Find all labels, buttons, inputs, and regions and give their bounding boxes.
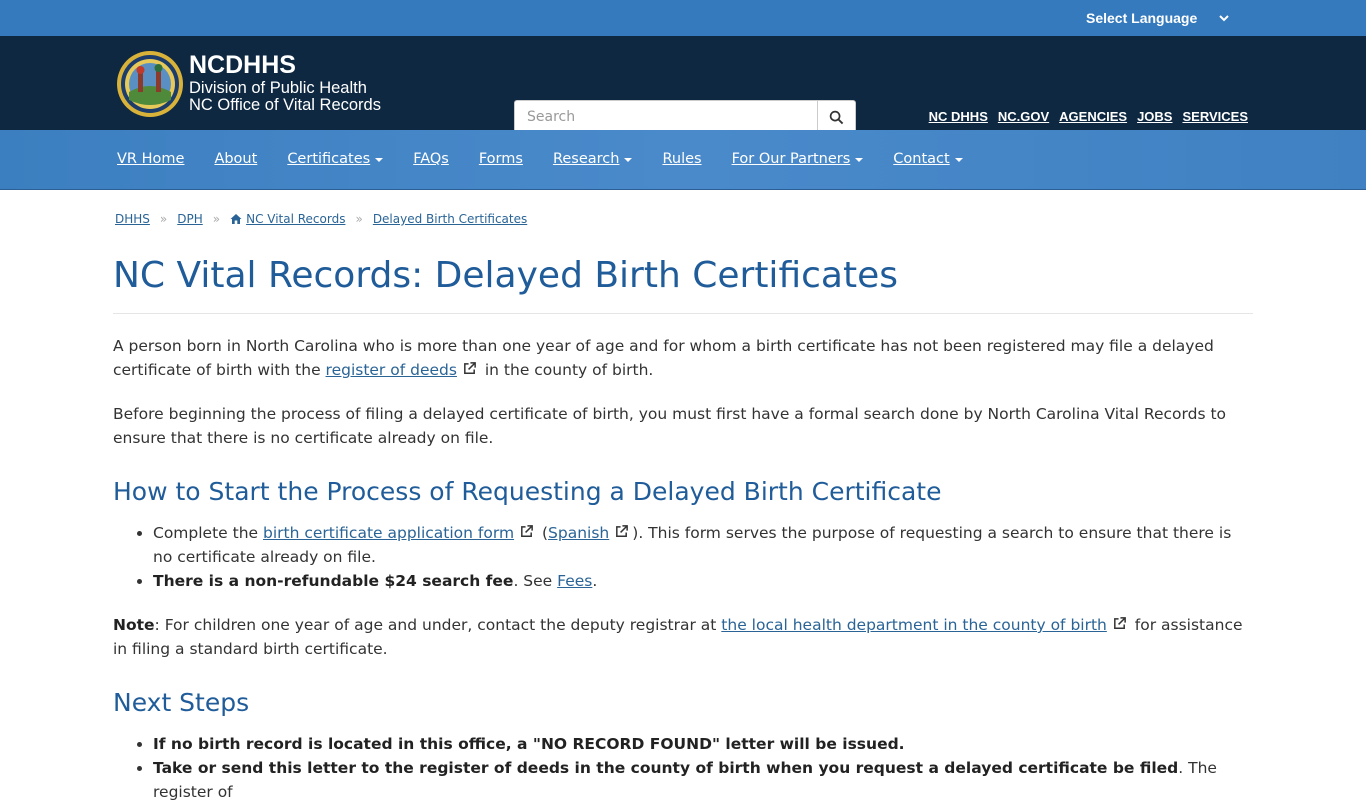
main-nav: VR Home About Certificates FAQs Forms Re… — [0, 130, 1366, 190]
breadcrumb-current[interactable]: Delayed Birth Certificates — [373, 212, 527, 226]
nav-item-forms: Forms — [479, 151, 523, 167]
nav-item-vr-home: VR Home — [117, 151, 184, 167]
list-text: . — [592, 572, 598, 590]
fees-link[interactable]: Fees — [557, 572, 592, 590]
site-header: NCDHHS Division of Public Health NC Offi… — [0, 36, 1366, 134]
note-label: Note — [113, 616, 155, 634]
spanish-form-link[interactable]: Spanish — [548, 524, 609, 542]
breadcrumb-separator: » — [355, 212, 363, 226]
list-item: Complete the birth certificate applicati… — [153, 521, 1253, 569]
external-link-icon — [616, 525, 629, 537]
util-link-jobs[interactable]: JOBS — [1137, 109, 1172, 124]
start-process-list: Complete the birth certificate applicati… — [153, 521, 1253, 593]
language-bar: Select Language — [0, 0, 1366, 36]
util-link-nc-gov[interactable]: NC.GOV — [998, 109, 1049, 124]
breadcrumb-separator: » — [159, 212, 168, 226]
no-record-text: If no birth record is located in this of… — [153, 735, 905, 753]
caret-down-icon[interactable] — [954, 158, 963, 162]
nav-item-for-our-partners: For Our Partners — [732, 151, 864, 167]
search-button[interactable] — [817, 100, 856, 134]
nav-link-forms[interactable]: Forms — [479, 151, 523, 167]
nav-link-vr-home[interactable]: VR Home — [117, 151, 184, 167]
note-paragraph: Note: For children one year of age and u… — [113, 613, 1253, 661]
intro-text: A person born in North Carolina who is m… — [113, 337, 1214, 379]
main-content: DHHS » DPH » NC Vital Records » Delayed … — [113, 190, 1253, 804]
breadcrumb-separator: » — [212, 212, 221, 226]
nc-state-seal-icon[interactable] — [116, 50, 184, 118]
nav-link-about[interactable]: About — [214, 151, 257, 167]
intro-text-end: in the county of birth. — [479, 361, 654, 379]
breadcrumb-dph[interactable]: DPH — [177, 212, 203, 226]
section-heading-next-steps: Next Steps — [113, 688, 250, 717]
note-text: : For children one year of age and under… — [154, 616, 722, 634]
util-link-services[interactable]: SERVICES — [1182, 109, 1248, 124]
list-item: There is a non-refundable $24 search fee… — [153, 569, 1253, 593]
util-link-nc-dhhs[interactable]: NC DHHS — [929, 109, 988, 124]
nav-link-certificates[interactable]: Certificates — [287, 151, 370, 167]
external-link-icon — [464, 362, 476, 374]
caret-down-icon[interactable] — [624, 158, 633, 162]
search-form — [514, 100, 856, 134]
nav-item-certificates: Certificates — [287, 151, 384, 167]
list-item: If no birth record is located in this of… — [153, 732, 1253, 756]
external-link-icon — [1113, 617, 1126, 629]
breadcrumb: DHHS » DPH » NC Vital Records » Delayed … — [113, 212, 1253, 226]
list-text: Complete the — [153, 524, 263, 542]
application-form-link[interactable]: birth certificate application form — [263, 524, 514, 542]
next-steps-list: If no birth record is located in this of… — [153, 732, 1253, 804]
register-of-deeds-link[interactable]: register of deeds — [326, 361, 457, 379]
external-link-icon — [521, 525, 533, 537]
breadcrumb-dhhs[interactable]: DHHS — [115, 212, 150, 226]
brand-division: Division of Public Health — [189, 79, 367, 97]
nav-item-rules: Rules — [662, 151, 701, 167]
search-icon — [829, 110, 844, 124]
nav-item-faqs: FAQs — [413, 151, 449, 167]
nav-link-rules[interactable]: Rules — [662, 151, 701, 167]
home-icon — [230, 214, 242, 224]
nav-link-research[interactable]: Research — [553, 151, 620, 167]
search-input[interactable] — [514, 100, 817, 134]
caret-down-icon[interactable] — [855, 158, 864, 162]
nav-link-contact[interactable]: Contact — [893, 151, 949, 167]
language-select[interactable]: Select Language — [1080, 7, 1236, 29]
nav-item-about: About — [214, 151, 257, 167]
nav-item-research: Research — [553, 151, 633, 167]
search-requirement-paragraph: Before beginning the process of filing a… — [113, 405, 1227, 447]
brand-office: NC Office of Vital Records — [189, 96, 381, 114]
caret-down-icon[interactable] — [375, 158, 384, 162]
list-text: . See — [513, 572, 558, 590]
brand-name: NCDHHS — [189, 51, 296, 79]
local-health-department-link[interactable]: the local health department in the count… — [721, 616, 1107, 634]
util-link-agencies[interactable]: AGENCIES — [1059, 109, 1127, 124]
take-letter-text: Take or send this letter to the register… — [153, 759, 1179, 777]
utility-links: NC DHHS NC.GOV AGENCIES JOBS SERVICES — [929, 109, 1248, 124]
nav-link-faqs[interactable]: FAQs — [413, 151, 449, 167]
nav-link-for-our-partners[interactable]: For Our Partners — [732, 151, 851, 167]
page-title: NC Vital Records: Delayed Birth Certific… — [113, 256, 1253, 314]
list-text: ( — [537, 524, 549, 542]
brand[interactable]: NCDHHS Division of Public Health NC Offi… — [189, 50, 449, 114]
language-select-label: Select Language — [1086, 10, 1198, 26]
section-heading-start-process: How to Start the Process of Requesting a… — [113, 477, 942, 506]
search-fee-text: There is a non-refundable $24 search fee — [153, 572, 514, 590]
list-item: Take or send this letter to the register… — [153, 756, 1253, 804]
intro-paragraph: A person born in North Carolina who is m… — [113, 334, 1253, 382]
nav-item-contact: Contact — [893, 151, 963, 167]
breadcrumb-nc-vital-records[interactable]: NC Vital Records — [246, 212, 345, 226]
chevron-down-icon — [1219, 15, 1229, 22]
